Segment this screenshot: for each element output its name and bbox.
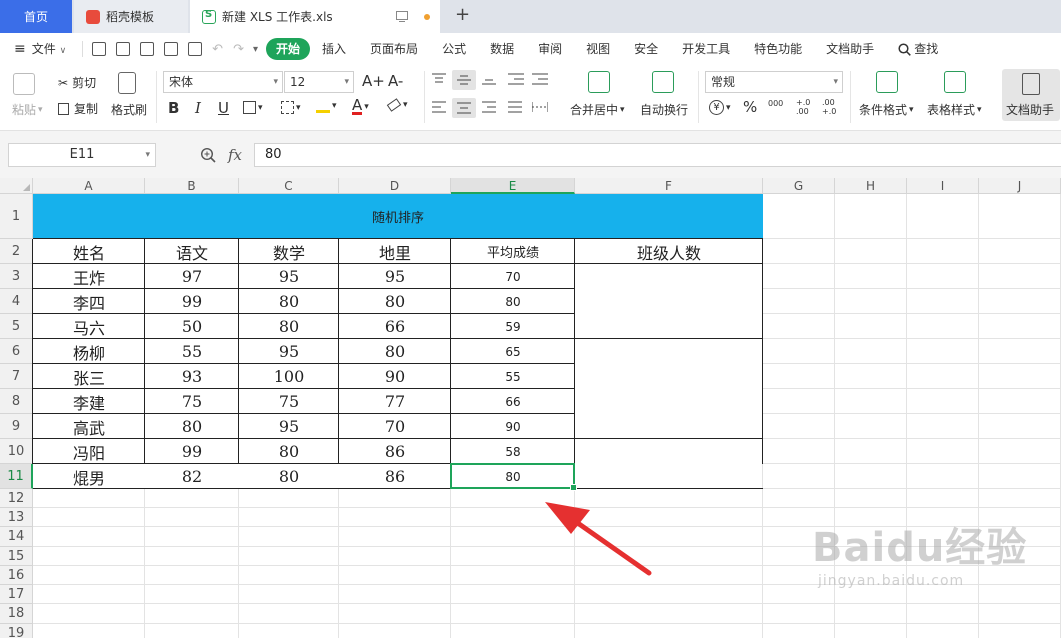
annotation-arrow-icon (545, 502, 652, 576)
